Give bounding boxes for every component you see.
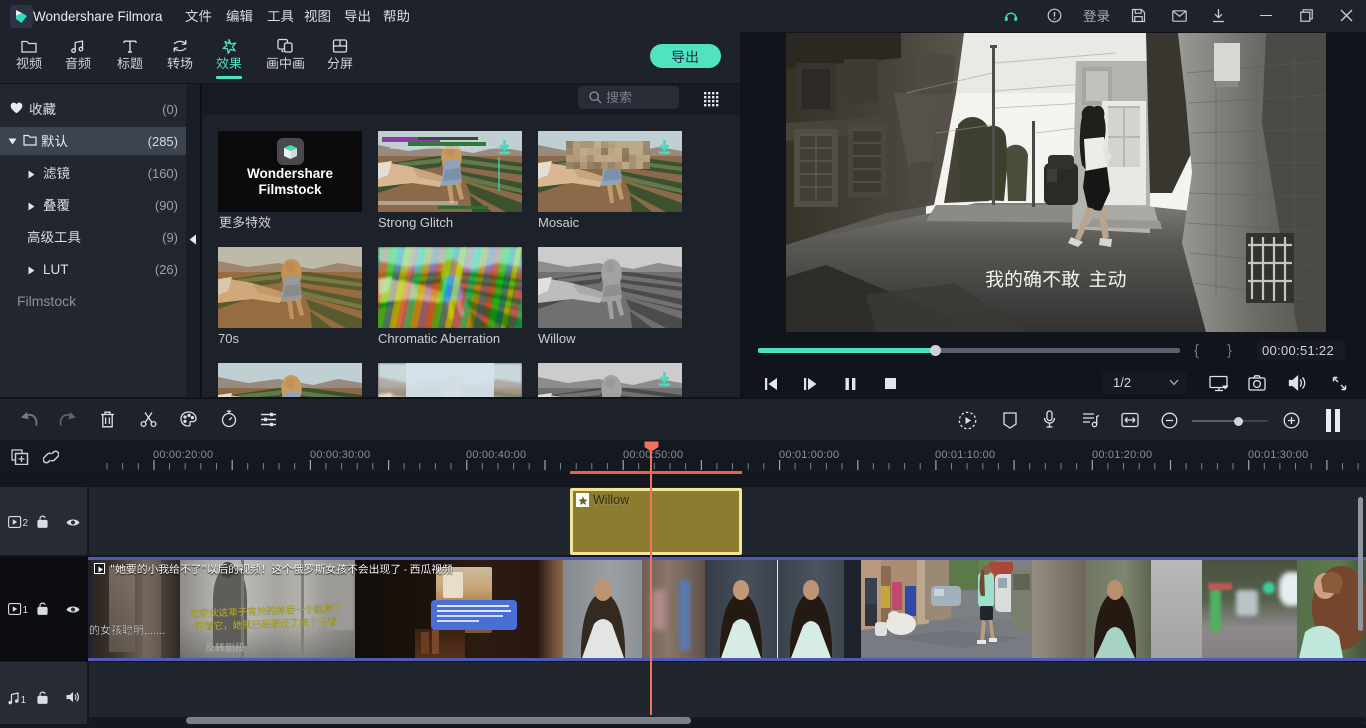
svg-text:2: 2 xyxy=(23,518,29,528)
svg-text:1: 1 xyxy=(21,695,27,705)
svg-text:1: 1 xyxy=(23,605,29,615)
